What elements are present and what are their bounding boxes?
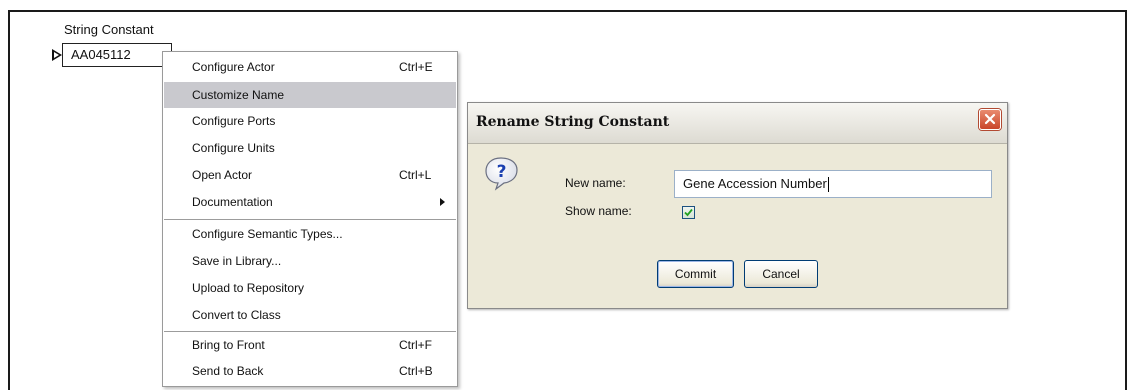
svg-text:?: ?	[497, 162, 507, 182]
submenu-arrow-icon	[440, 198, 445, 206]
dialog-titlebar[interactable]: Rename String Constant	[468, 103, 1007, 144]
menu-item-configure-semantic-types[interactable]: Configure Semantic Types...	[164, 221, 456, 247]
show-name-label: Show name:	[565, 204, 632, 218]
menu-item-label: Open Actor	[192, 168, 253, 182]
menu-item-shortcut: Ctrl+F	[399, 338, 432, 352]
menu-item-label: Upload to Repository	[192, 281, 305, 295]
menu-item-label: Documentation	[192, 195, 273, 209]
menu-item-bring-to-front[interactable]: Bring to Front Ctrl+F	[164, 332, 456, 358]
menu-item-send-to-back[interactable]: Send to Back Ctrl+B	[164, 358, 456, 384]
cancel-button[interactable]: Cancel	[744, 260, 818, 288]
actor-context-menu: Configure Actor Ctrl+E Customize Name Co…	[162, 51, 458, 387]
close-button[interactable]	[979, 109, 1001, 130]
menu-item-label: Bring to Front	[192, 338, 265, 352]
menu-item-label: Configure Units	[192, 141, 275, 155]
menu-item-open-actor[interactable]: Open Actor Ctrl+L	[164, 162, 456, 188]
menu-separator	[164, 219, 456, 220]
show-name-checkbox[interactable]	[682, 206, 695, 219]
new-name-input[interactable]: Gene Accession Number	[674, 170, 992, 198]
menu-item-label: Configure Actor	[192, 60, 275, 74]
input-port-icon[interactable]	[52, 49, 62, 61]
menu-item-shortcut: Ctrl+B	[399, 364, 433, 378]
menu-item-documentation[interactable]: Documentation	[164, 189, 456, 215]
menu-item-shortcut: Ctrl+L	[399, 168, 432, 182]
menu-item-label: Customize Name	[192, 88, 285, 102]
menu-item-configure-units[interactable]: Configure Units	[164, 135, 456, 161]
commit-button[interactable]: Commit	[657, 260, 734, 288]
menu-item-label: Configure Ports	[192, 114, 276, 128]
menu-item-convert-to-class[interactable]: Convert to Class	[164, 302, 456, 328]
menu-item-save-in-library[interactable]: Save in Library...	[164, 248, 456, 274]
menu-item-shortcut: Ctrl+E	[399, 60, 433, 74]
menu-item-label: Configure Semantic Types...	[192, 227, 343, 241]
string-constant-actor[interactable]: AA045112	[62, 43, 172, 67]
menu-item-upload-to-repository[interactable]: Upload to Repository	[164, 275, 456, 301]
menu-item-configure-ports[interactable]: Configure Ports	[164, 108, 456, 134]
menu-item-configure-actor[interactable]: Configure Actor Ctrl+E	[164, 54, 456, 80]
rename-dialog: Rename String Constant ? New name: Gene …	[467, 102, 1008, 309]
menu-item-customize-name[interactable]: Customize Name	[164, 82, 456, 108]
menu-item-label: Convert to Class	[192, 308, 281, 322]
text-caret	[827, 177, 829, 193]
question-icon: ?	[483, 155, 521, 191]
menu-item-label: Send to Back	[192, 364, 264, 378]
new-name-label: New name:	[565, 176, 626, 190]
new-name-value: Gene Accession Number	[683, 176, 827, 191]
menu-item-label: Save in Library...	[192, 254, 282, 268]
dialog-title: Rename String Constant	[476, 114, 670, 130]
actor-title: String Constant	[64, 22, 154, 37]
